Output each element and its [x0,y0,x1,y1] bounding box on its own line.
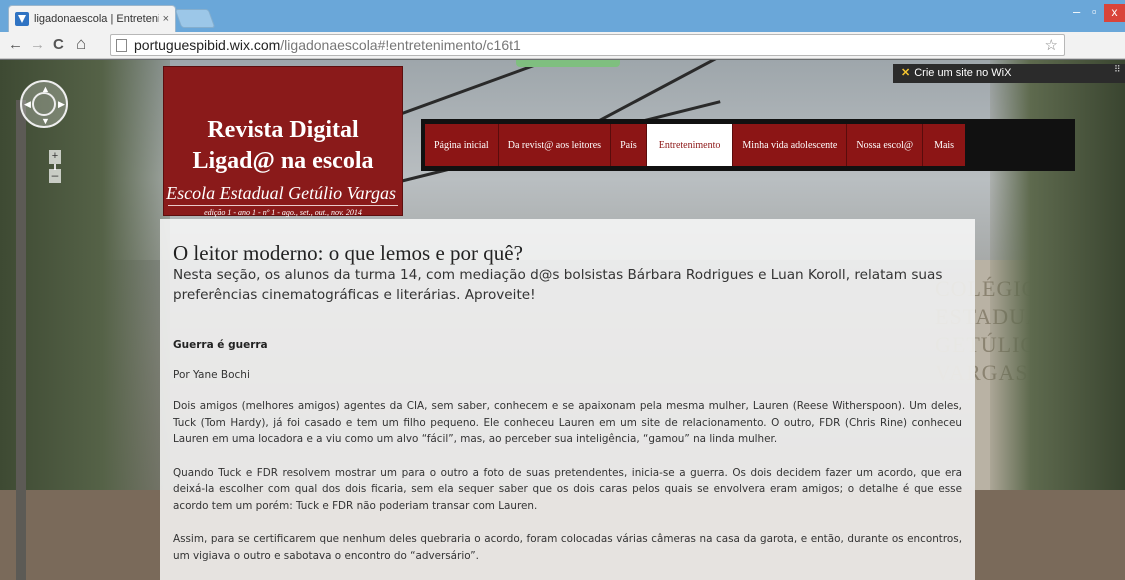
section-title: Guerra é guerra [173,339,268,351]
nav-item-pais[interactable]: País [611,124,647,166]
forward-icon[interactable]: → [30,36,45,53]
wix-top-tab[interactable] [516,60,620,67]
streetview-pan-center [32,92,56,116]
background-pole [16,100,26,580]
pan-left-icon[interactable]: ◀ [24,99,31,110]
wix-promo-banner[interactable]: ✕ Crie um site no WiX [893,64,1125,83]
tab-close-icon[interactable]: × [163,13,169,25]
article-panel: O leitor moderno: o que lemos e por quê?… [160,219,975,580]
nav-item-nossa-escola[interactable]: Nossa escol@ [847,124,924,166]
article-paragraph: Assim, para se certificarem que nenhum d… [173,533,962,562]
header-divider [168,205,398,206]
pan-down-icon[interactable]: ▼ [41,116,50,126]
pan-right-icon[interactable]: ▶ [58,99,65,110]
page-icon [116,38,127,52]
url-host: portuguespibid.wix.com [134,37,281,53]
zoom-out-button[interactable]: – [49,169,61,183]
back-icon[interactable]: ← [8,36,23,53]
site-header-logo[interactable]: Revista Digital Ligad@ na escola Escola … [163,66,403,217]
browser-toolbar: ← → C ⌂ portuguespibid.wix.com/ligadonae… [0,32,1125,86]
window-maximize-button[interactable]: ▫ [1092,4,1097,19]
nav-item-entretenimento[interactable]: Entretenimento [646,124,734,166]
streetview-pan-control[interactable]: ▲ ▼ ◀ ▶ [20,80,68,128]
article-title: O leitor moderno: o que lemos e por quê? [173,241,523,265]
edition-info: edição 1 - ano 1 - nº 1 - ago., set., ou… [204,208,362,217]
new-tab-button[interactable] [174,9,216,28]
article-paragraph: Dois amigos (melhores amigos) agentes da… [173,400,962,445]
wix-grid-icon[interactable]: ⠿ [1114,64,1124,76]
browser-tabstrip: ligadonaescola | Entreteni × – ▫ x [0,0,1125,32]
pan-up-icon[interactable]: ▲ [41,84,50,94]
article-paragraph: Quando Tuck e FDR resolvem mostrar um pa… [173,466,962,512]
nav-item-da-revista-aos-leitores[interactable]: Da revist@ aos leitores [498,124,612,166]
article-author: Por Yane Bochi [173,369,250,381]
wix-banner-text: Crie um site no WiX [914,67,1012,79]
site-title: Revista Digital Ligad@ na escola [164,115,402,177]
browser-tab[interactable]: ligadonaescola | Entreteni × [8,5,176,32]
nav-item-mais[interactable]: Mais [923,124,966,166]
article-intro: Nesta seção, os alunos da turma 14, com … [173,267,943,303]
wix-logo-icon: ✕ [901,67,911,79]
tab-title: ligadonaescola | Entreteni [34,13,159,25]
url-text: portuguespibid.wix.com/ligadonaescola#!e… [134,37,521,53]
address-bar[interactable]: portuguespibid.wix.com/ligadonaescola#!e… [110,34,1065,56]
window-minimize-button[interactable]: – [1073,4,1080,19]
site-title-line1: Revista Digital [207,117,359,143]
zoom-in-button[interactable]: + [49,150,61,164]
home-icon[interactable]: ⌂ [76,34,86,54]
reload-icon[interactable]: C [53,36,64,53]
page-viewport: COLÉGIO ESTADUAL GETÚLIO VARGAS ▲ ▼ ◀ ▶ … [0,60,1125,580]
window-close-button[interactable]: x [1104,4,1125,22]
site-title-line2: Ligad@ na escola [192,148,374,174]
school-name: Escola Estadual Getúlio Vargas [166,183,396,203]
nav-item-minha-vida-adolescente[interactable]: Minha vida adolescente [733,124,848,166]
wix-favicon-icon [15,12,29,26]
nav-item-pagina-inicial[interactable]: Página inicial [425,124,499,166]
main-nav: Página inicial Da revist@ aos leitores P… [421,119,1075,171]
url-path: /ligadonaescola#!entretenimento/c16t1 [280,37,521,53]
bookmark-star-icon[interactable]: ☆ [1045,36,1058,54]
